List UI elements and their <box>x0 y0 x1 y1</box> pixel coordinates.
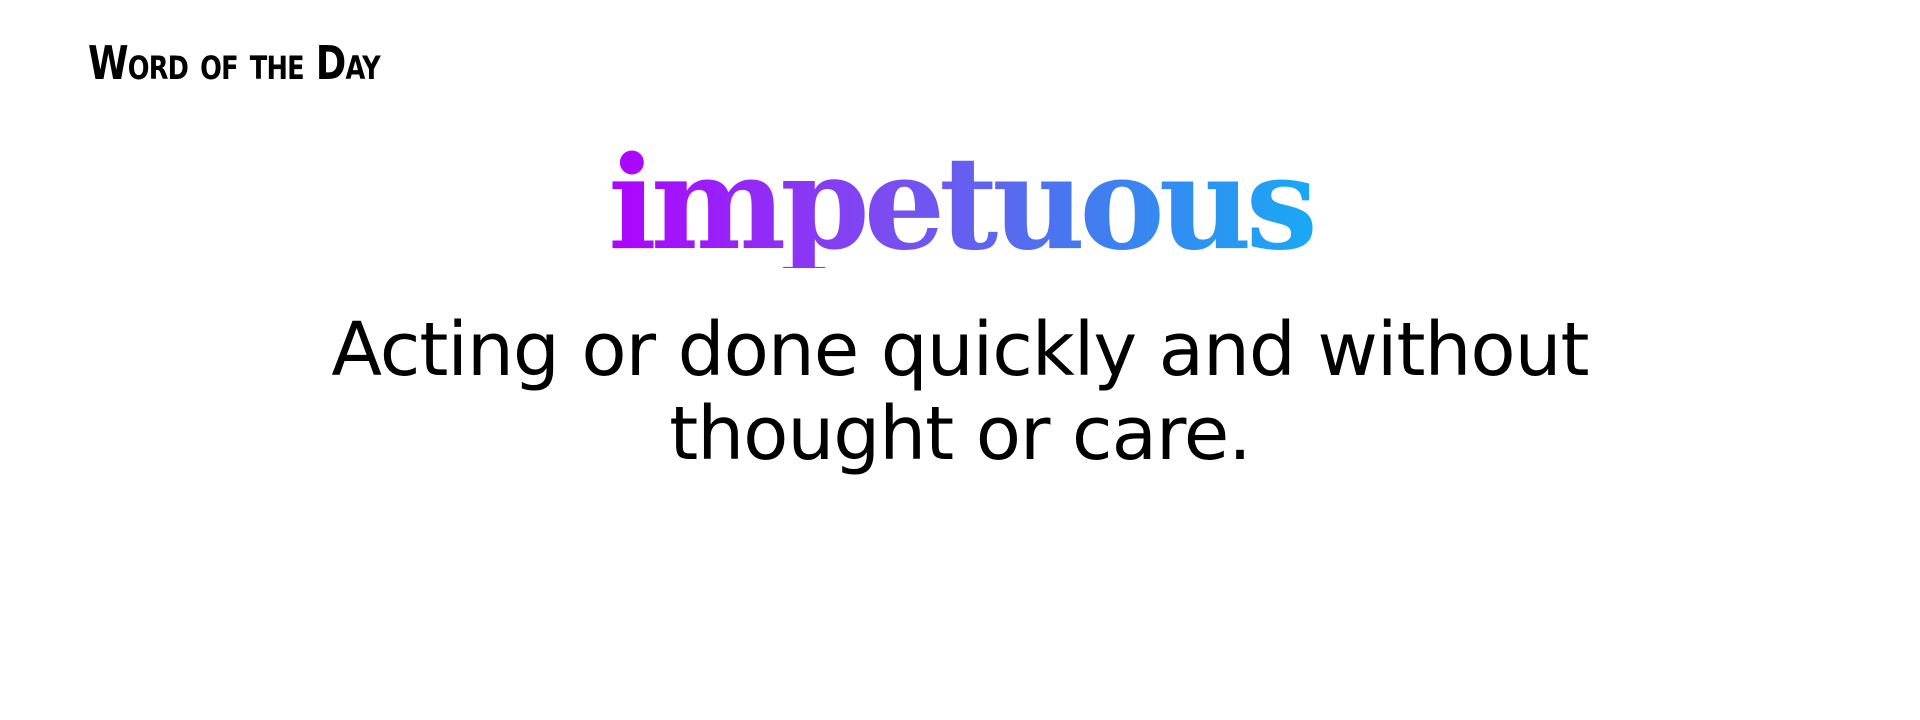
section-title: Word of the Day <box>88 36 381 90</box>
word-definition: Acting or done quickly and without thoug… <box>331 307 1589 477</box>
featured-word-text: impetuous <box>600 140 1320 268</box>
featured-word: impetuous <box>0 140 1920 268</box>
word-of-the-day-card: Word of the Day impetuous Acting or done… <box>0 0 1920 720</box>
